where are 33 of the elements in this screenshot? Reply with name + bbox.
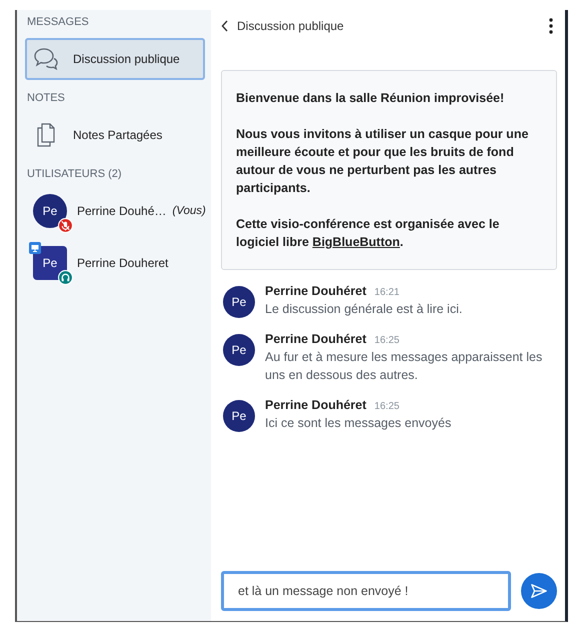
user-avatar[interactable]: Pe	[33, 194, 67, 228]
message-text: Ici ce sont les messages envoyés	[265, 415, 452, 432]
presenter-icon	[29, 242, 41, 254]
user-name[interactable]: Perrine Douheret	[77, 256, 168, 270]
user-avatar: Pe	[223, 334, 255, 366]
you-label: (Vous)	[172, 205, 206, 217]
section-heading: UTILISATEURS (2)	[27, 168, 123, 180]
back-button[interactable]: Discussion publique	[221, 19, 344, 33]
welcome-footer: Cette visio-conférence est organisée avec le logiciel libre BigBlueButton.	[236, 215, 542, 251]
message-input[interactable]: et là un message non envoyé !	[221, 571, 511, 611]
message-author: Perrine Douhéret	[265, 398, 366, 412]
message-time: 16:21	[374, 287, 400, 298]
chat-bubbles-icon	[33, 46, 59, 72]
sidebar-item[interactable]: Discussion publique	[25, 38, 205, 80]
bigbluebutton-link[interactable]: BigBlueButton	[312, 235, 400, 249]
sidebar-item[interactable]: Notes Partagées	[25, 114, 205, 156]
send-button[interactable]	[521, 573, 557, 609]
welcome-heading: Bienvenue dans la salle Réunion improvisée!	[236, 90, 506, 107]
section-heading: NOTES	[27, 92, 66, 104]
section-heading: MESSAGES	[27, 16, 90, 28]
message-author: Perrine Douhéret	[265, 332, 366, 346]
chevron-left-icon	[221, 20, 229, 32]
send-icon	[530, 582, 548, 600]
user-avatar: Pe	[223, 400, 255, 432]
message-text: Le discussion générale est à lire ici.	[265, 301, 462, 318]
message-text: Au fur et à mesure les messages apparaissent les uns en dessous des autres.	[265, 349, 544, 384]
message-time: 16:25	[374, 401, 400, 412]
welcome-text: Nous vous invitons à utiliser un casque pour une meilleure écoute et pour que les bruits de fond autour de vous ne perturbent pas les autres participants.	[236, 126, 530, 197]
message-author: Perrine Douhéret	[265, 284, 366, 298]
user-avatar: Pe	[223, 286, 255, 318]
user-name[interactable]: Perrine Douhé…	[77, 204, 166, 218]
message-time: 16:25	[374, 335, 400, 346]
kebab-menu-icon	[549, 18, 553, 34]
